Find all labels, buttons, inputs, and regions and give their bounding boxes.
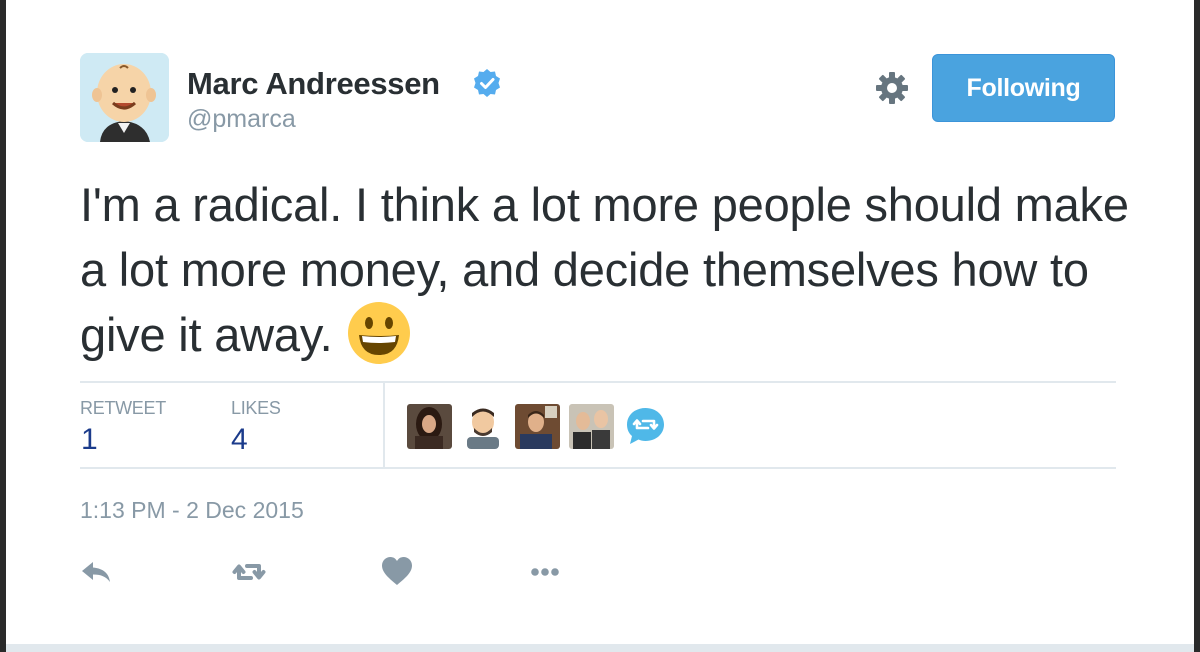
tweet-body: I'm a radical. I think a lot more people… [80,178,1129,361]
liker-avatar[interactable] [407,404,452,449]
stats-vertical-divider [383,383,385,468]
retweets-label: RETWEET [80,398,166,418]
author-handle[interactable]: @pmarca [187,105,296,134]
reply-icon[interactable] [78,554,114,590]
grinning-face-emoji-icon [347,301,410,364]
avatar[interactable] [80,53,169,142]
author-name[interactable]: Marc Andreessen [187,66,440,102]
retweets-count[interactable]: 1 [81,423,98,457]
stats-top-divider [80,381,1116,383]
likes-label: LIKES [231,398,281,418]
likes-count[interactable]: 4 [231,423,248,457]
retweet-badge-icon [627,408,664,444]
stats-bottom-divider [80,467,1116,469]
liker-avatar[interactable] [461,404,506,449]
following-button[interactable]: Following [932,54,1115,122]
heart-icon[interactable] [379,554,415,590]
tweet-text: I'm a radical. I think a lot more people… [80,172,1150,367]
liker-avatar[interactable] [569,404,614,449]
liker-avatar[interactable] [515,404,560,449]
gear-icon[interactable] [874,70,910,106]
tweet-card: Marc Andreessen @pmarca Following I'm a … [6,0,1194,652]
tweet-timestamp[interactable]: 1:13 PM - 2 Dec 2015 [80,497,304,524]
more-icon[interactable] [527,554,563,590]
card-footer-strip [6,644,1194,652]
retweet-icon[interactable] [231,554,267,590]
verified-badge-icon [474,69,500,97]
